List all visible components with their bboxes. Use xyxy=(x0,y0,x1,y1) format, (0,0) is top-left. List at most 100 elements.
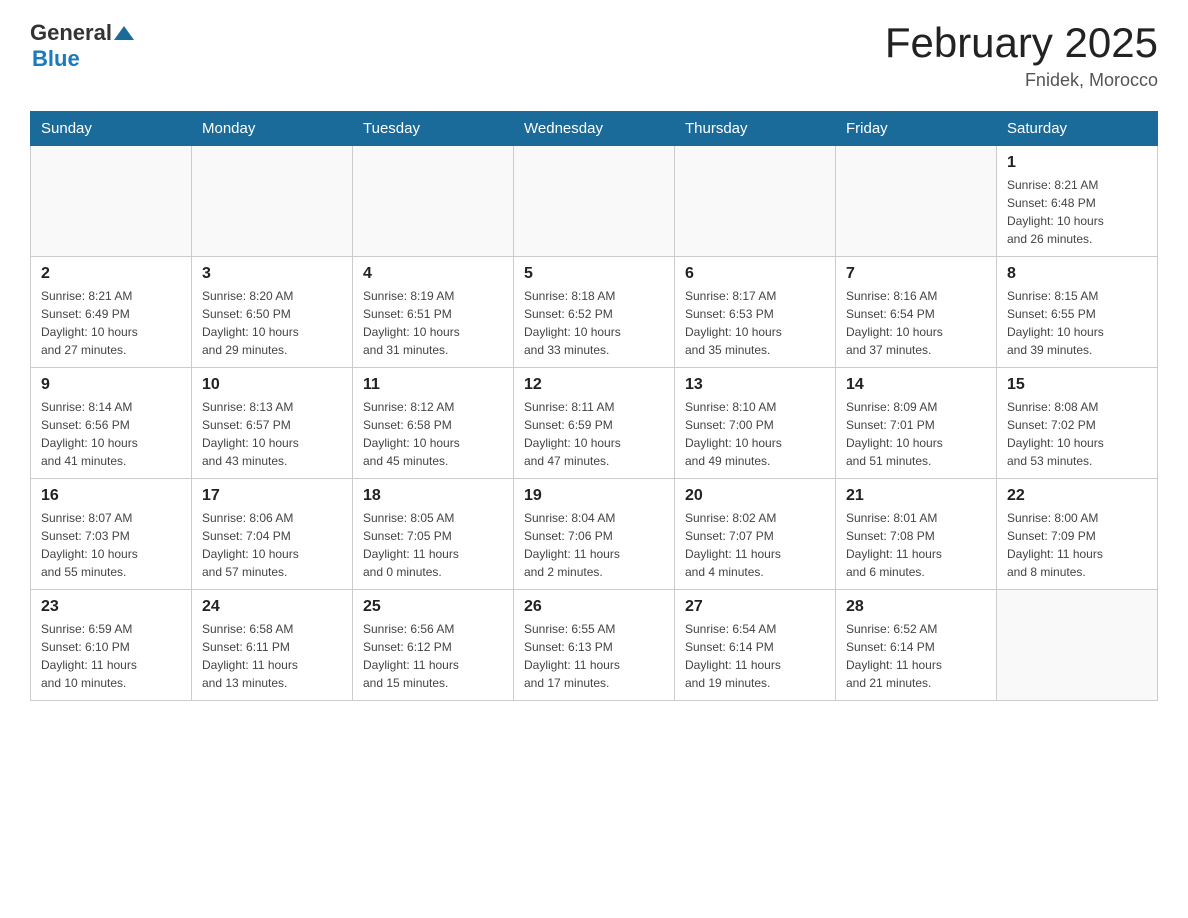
day-info: Sunrise: 8:20 AM Sunset: 6:50 PM Dayligh… xyxy=(202,287,342,359)
calendar-table: SundayMondayTuesdayWednesdayThursdayFrid… xyxy=(30,111,1158,701)
calendar-day-cell: 19 Sunrise: 8:04 AM Sunset: 7:06 PM Dayli… xyxy=(514,479,675,590)
calendar-day-cell xyxy=(836,146,997,257)
day-number: 11 xyxy=(363,376,503,394)
calendar-day-cell xyxy=(31,146,192,257)
day-info: Sunrise: 8:08 AM Sunset: 7:02 PM Dayligh… xyxy=(1007,398,1147,470)
day-info: Sunrise: 8:17 AM Sunset: 6:53 PM Dayligh… xyxy=(685,287,825,359)
day-of-week-header: Thursday xyxy=(675,112,836,146)
day-number: 2 xyxy=(41,265,181,283)
day-info: Sunrise: 6:56 AM Sunset: 6:12 PM Dayligh… xyxy=(363,620,503,692)
day-number: 23 xyxy=(41,598,181,616)
day-info: Sunrise: 6:55 AM Sunset: 6:13 PM Dayligh… xyxy=(524,620,664,692)
day-of-week-header: Sunday xyxy=(31,112,192,146)
calendar-day-cell: 6 Sunrise: 8:17 AM Sunset: 6:53 PM Daylig… xyxy=(675,257,836,368)
calendar-day-cell: 11 Sunrise: 8:12 AM Sunset: 6:58 PM Dayli… xyxy=(353,368,514,479)
day-number: 27 xyxy=(685,598,825,616)
day-number: 21 xyxy=(846,487,986,505)
day-number: 12 xyxy=(524,376,664,394)
day-info: Sunrise: 6:59 AM Sunset: 6:10 PM Dayligh… xyxy=(41,620,181,692)
day-number: 9 xyxy=(41,376,181,394)
calendar-header-row: SundayMondayTuesdayWednesdayThursdayFrid… xyxy=(31,112,1158,146)
day-number: 3 xyxy=(202,265,342,283)
calendar-day-cell: 28Sunrise: 6:52 AM Sunset: 6:14 PM Dayli… xyxy=(836,590,997,701)
day-info: Sunrise: 8:16 AM Sunset: 6:54 PM Dayligh… xyxy=(846,287,986,359)
day-of-week-header: Tuesday xyxy=(353,112,514,146)
day-number: 14 xyxy=(846,376,986,394)
day-info: Sunrise: 8:06 AM Sunset: 7:04 PM Dayligh… xyxy=(202,509,342,581)
day-number: 13 xyxy=(685,376,825,394)
calendar-day-cell: 24Sunrise: 6:58 AM Sunset: 6:11 PM Dayli… xyxy=(192,590,353,701)
calendar-day-cell: 21 Sunrise: 8:01 AM Sunset: 7:08 PM Dayli… xyxy=(836,479,997,590)
calendar-day-cell: 2 Sunrise: 8:21 AM Sunset: 6:49 PM Daylig… xyxy=(31,257,192,368)
calendar-day-cell: 1 Sunrise: 8:21 AM Sunset: 6:48 PM Daylig… xyxy=(997,146,1158,257)
day-info: Sunrise: 8:18 AM Sunset: 6:52 PM Dayligh… xyxy=(524,287,664,359)
day-of-week-header: Saturday xyxy=(997,112,1158,146)
day-number: 4 xyxy=(363,265,503,283)
calendar-day-cell: 17 Sunrise: 8:06 AM Sunset: 7:04 PM Dayli… xyxy=(192,479,353,590)
calendar-week-row: 16 Sunrise: 8:07 AM Sunset: 7:03 PM Dayli… xyxy=(31,479,1158,590)
title-block: February 2025 Fnidek, Morocco xyxy=(885,20,1158,91)
day-number: 8 xyxy=(1007,265,1147,283)
calendar-day-cell: 4 Sunrise: 8:19 AM Sunset: 6:51 PM Daylig… xyxy=(353,257,514,368)
day-number: 20 xyxy=(685,487,825,505)
calendar-day-cell: 8 Sunrise: 8:15 AM Sunset: 6:55 PM Daylig… xyxy=(997,257,1158,368)
calendar-day-cell: 3 Sunrise: 8:20 AM Sunset: 6:50 PM Daylig… xyxy=(192,257,353,368)
day-info: Sunrise: 8:09 AM Sunset: 7:01 PM Dayligh… xyxy=(846,398,986,470)
calendar-subtitle: Fnidek, Morocco xyxy=(885,70,1158,91)
calendar-day-cell: 25 Sunrise: 6:56 AM Sunset: 6:12 PM Dayli… xyxy=(353,590,514,701)
day-number: 7 xyxy=(846,265,986,283)
calendar-day-cell: 13 Sunrise: 8:10 AM Sunset: 7:00 PM Dayli… xyxy=(675,368,836,479)
day-of-week-header: Friday xyxy=(836,112,997,146)
day-info: Sunrise: 8:01 AM Sunset: 7:08 PM Dayligh… xyxy=(846,509,986,581)
day-number: 17 xyxy=(202,487,342,505)
day-number: 19 xyxy=(524,487,664,505)
calendar-day-cell: 16 Sunrise: 8:07 AM Sunset: 7:03 PM Dayli… xyxy=(31,479,192,590)
calendar-day-cell: 23 Sunrise: 6:59 AM Sunset: 6:10 PM Dayli… xyxy=(31,590,192,701)
logo-general-text: General xyxy=(30,20,112,46)
day-info: Sunrise: 8:04 AM Sunset: 7:06 PM Dayligh… xyxy=(524,509,664,581)
day-number: 22 xyxy=(1007,487,1147,505)
calendar-week-row: 23 Sunrise: 6:59 AM Sunset: 6:10 PM Dayli… xyxy=(31,590,1158,701)
day-info: Sunrise: 6:58 AM Sunset: 6:11 PM Dayligh… xyxy=(202,620,342,692)
calendar-day-cell: 26 Sunrise: 6:55 AM Sunset: 6:13 PM Dayli… xyxy=(514,590,675,701)
day-info: Sunrise: 8:21 AM Sunset: 6:49 PM Dayligh… xyxy=(41,287,181,359)
day-info: Sunrise: 6:54 AM Sunset: 6:14 PM Dayligh… xyxy=(685,620,825,692)
calendar-day-cell: 7 Sunrise: 8:16 AM Sunset: 6:54 PM Daylig… xyxy=(836,257,997,368)
calendar-day-cell: 18Sunrise: 8:05 AM Sunset: 7:05 PM Dayli… xyxy=(353,479,514,590)
calendar-day-cell: 15 Sunrise: 8:08 AM Sunset: 7:02 PM Dayli… xyxy=(997,368,1158,479)
calendar-day-cell: 27 Sunrise: 6:54 AM Sunset: 6:14 PM Dayli… xyxy=(675,590,836,701)
day-info: Sunrise: 8:00 AM Sunset: 7:09 PM Dayligh… xyxy=(1007,509,1147,581)
day-number: 1 xyxy=(1007,154,1147,172)
calendar-week-row: 1 Sunrise: 8:21 AM Sunset: 6:48 PM Daylig… xyxy=(31,146,1158,257)
calendar-day-cell: 9 Sunrise: 8:14 AM Sunset: 6:56 PM Daylig… xyxy=(31,368,192,479)
day-info: Sunrise: 8:19 AM Sunset: 6:51 PM Dayligh… xyxy=(363,287,503,359)
day-number: 18 xyxy=(363,487,503,505)
day-info: Sunrise: 8:14 AM Sunset: 6:56 PM Dayligh… xyxy=(41,398,181,470)
calendar-week-row: 2 Sunrise: 8:21 AM Sunset: 6:49 PM Daylig… xyxy=(31,257,1158,368)
day-info: Sunrise: 8:21 AM Sunset: 6:48 PM Dayligh… xyxy=(1007,176,1147,248)
day-number: 15 xyxy=(1007,376,1147,394)
day-number: 28 xyxy=(846,598,986,616)
day-info: Sunrise: 8:10 AM Sunset: 7:00 PM Dayligh… xyxy=(685,398,825,470)
calendar-day-cell xyxy=(997,590,1158,701)
calendar-day-cell: 10Sunrise: 8:13 AM Sunset: 6:57 PM Dayli… xyxy=(192,368,353,479)
day-number: 25 xyxy=(363,598,503,616)
day-number: 16 xyxy=(41,487,181,505)
calendar-day-cell: 5 Sunrise: 8:18 AM Sunset: 6:52 PM Daylig… xyxy=(514,257,675,368)
day-number: 26 xyxy=(524,598,664,616)
day-info: Sunrise: 8:12 AM Sunset: 6:58 PM Dayligh… xyxy=(363,398,503,470)
day-number: 10 xyxy=(202,376,342,394)
day-number: 5 xyxy=(524,265,664,283)
calendar-day-cell xyxy=(353,146,514,257)
calendar-day-cell: 22 Sunrise: 8:00 AM Sunset: 7:09 PM Dayli… xyxy=(997,479,1158,590)
logo: General Blue xyxy=(30,20,134,72)
day-info: Sunrise: 8:07 AM Sunset: 7:03 PM Dayligh… xyxy=(41,509,181,581)
day-info: Sunrise: 8:02 AM Sunset: 7:07 PM Dayligh… xyxy=(685,509,825,581)
day-of-week-header: Wednesday xyxy=(514,112,675,146)
calendar-week-row: 9 Sunrise: 8:14 AM Sunset: 6:56 PM Daylig… xyxy=(31,368,1158,479)
day-info: Sunrise: 8:15 AM Sunset: 6:55 PM Dayligh… xyxy=(1007,287,1147,359)
day-of-week-header: Monday xyxy=(192,112,353,146)
calendar-day-cell xyxy=(514,146,675,257)
day-number: 6 xyxy=(685,265,825,283)
logo-blue-text: Blue xyxy=(32,46,80,72)
